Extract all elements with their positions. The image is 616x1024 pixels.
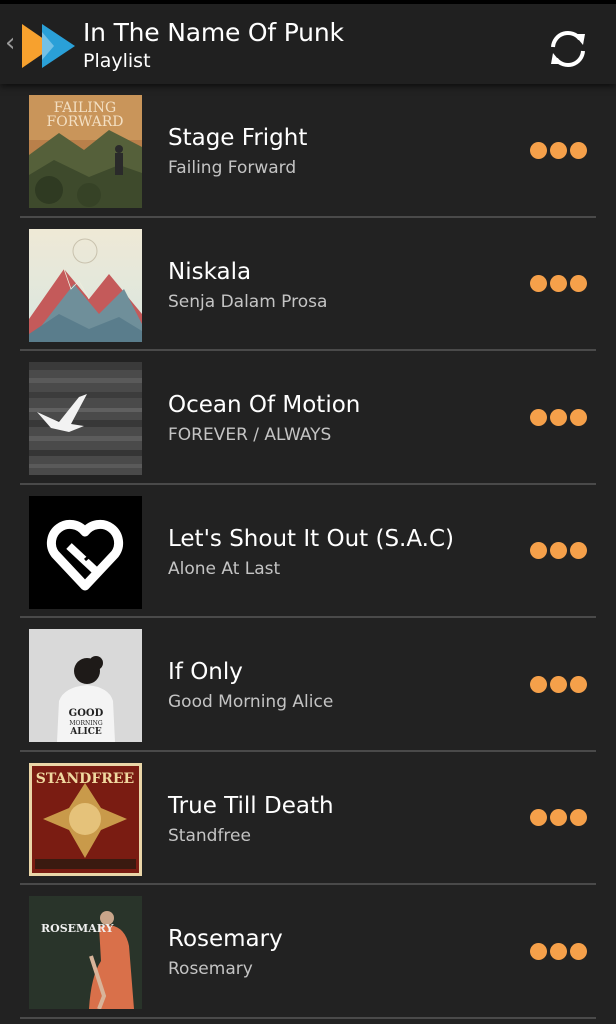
album-art: FAILING FORWARD xyxy=(29,95,142,208)
more-options-button[interactable] xyxy=(530,940,588,962)
more-dots-icon xyxy=(530,809,547,826)
more-dots-icon xyxy=(550,675,567,693)
more-dots-icon xyxy=(550,141,567,159)
more-dots-icon xyxy=(550,809,567,826)
sync-icon[interactable] xyxy=(546,28,590,70)
track-list: FAILING FORWARD Stage Fright Failing For… xyxy=(20,84,596,1019)
svg-text:ALICE: ALICE xyxy=(69,727,102,737)
more-options-button[interactable] xyxy=(530,406,588,428)
more-dots-icon xyxy=(570,809,587,826)
track-row[interactable]: Ocean Of Motion FOREVER / ALWAYS xyxy=(20,351,596,485)
album-art: GOOD MORNING ALICE xyxy=(29,629,142,742)
track-title: Ocean Of Motion xyxy=(168,392,361,418)
track-title: Niskala xyxy=(168,258,252,285)
album-art xyxy=(29,362,142,475)
album-art: STANDFREE xyxy=(29,762,142,876)
track-artist: Failing Forward xyxy=(168,158,297,178)
more-dots-icon xyxy=(570,275,587,292)
svg-text:ROSEMARY: ROSEMARY xyxy=(41,922,114,935)
app-logo-icon[interactable] xyxy=(22,21,76,71)
track-row[interactable]: ROSEMARY Rosemary Rosemary xyxy=(20,885,596,1019)
more-dots-icon xyxy=(550,408,567,426)
track-artist: Senja Dalam Prosa xyxy=(168,291,328,312)
track-artist: Standfree xyxy=(168,825,251,846)
album-art xyxy=(29,228,142,342)
track-artist: Good Morning Alice xyxy=(168,692,334,712)
more-options-button[interactable] xyxy=(530,673,588,695)
more-dots-icon xyxy=(530,542,547,559)
more-dots-icon xyxy=(570,408,587,426)
more-dots-icon xyxy=(550,942,567,960)
track-row[interactable]: Niskala Senja Dalam Prosa xyxy=(20,218,596,351)
track-row[interactable]: GOOD MORNING ALICE If Only Good Morning … xyxy=(20,618,596,752)
track-row[interactable]: Let's Shout It Out (S.A.C) Alone At Last xyxy=(20,485,596,618)
more-dots-icon xyxy=(570,942,587,960)
more-options-button[interactable] xyxy=(530,139,588,161)
track-title: If Only xyxy=(168,659,243,685)
more-dots-icon xyxy=(530,275,547,292)
more-dots-icon xyxy=(550,275,567,292)
more-dots-icon xyxy=(570,542,587,559)
svg-text:GOOD: GOOD xyxy=(69,708,104,719)
more-options-button[interactable] xyxy=(530,540,588,562)
track-row[interactable]: STANDFREE True Till Death Standfree xyxy=(20,752,596,885)
more-dots-icon xyxy=(550,542,567,559)
page-title: In The Name Of Punk xyxy=(83,18,344,47)
track-title: True Till Death xyxy=(168,792,334,819)
track-artist: FOREVER / ALWAYS xyxy=(168,425,332,445)
more-dots-icon xyxy=(530,408,547,426)
track-title: Rosemary xyxy=(168,926,283,952)
track-title: Let's Shout It Out (S.A.C) xyxy=(168,525,455,552)
more-dots-icon xyxy=(530,942,547,960)
more-dots-icon xyxy=(570,141,587,159)
title-block: In The Name Of Punk Playlist xyxy=(83,18,344,73)
more-options-button[interactable] xyxy=(530,807,588,829)
more-dots-icon xyxy=(530,141,547,159)
more-options-button[interactable] xyxy=(530,273,588,295)
track-title: Stage Fright xyxy=(168,125,308,151)
more-dots-icon xyxy=(530,675,547,693)
track-artist: Alone At Last xyxy=(168,558,281,579)
svg-text:FORWARD: FORWARD xyxy=(47,114,124,130)
svg-text:MORNING: MORNING xyxy=(69,720,102,727)
up-caret-icon[interactable]: ‹ xyxy=(5,30,15,56)
track-row[interactable]: FAILING FORWARD Stage Fright Failing For… xyxy=(20,84,596,218)
svg-text:STANDFREE: STANDFREE xyxy=(36,771,134,787)
album-art: ROSEMARY xyxy=(29,896,142,1009)
action-bar: ‹ In The Name Of Punk Playlist xyxy=(0,4,616,84)
more-dots-icon xyxy=(570,675,587,693)
album-art xyxy=(29,495,142,609)
track-artist: Rosemary xyxy=(168,959,253,979)
page-subtitle: Playlist xyxy=(83,50,151,72)
